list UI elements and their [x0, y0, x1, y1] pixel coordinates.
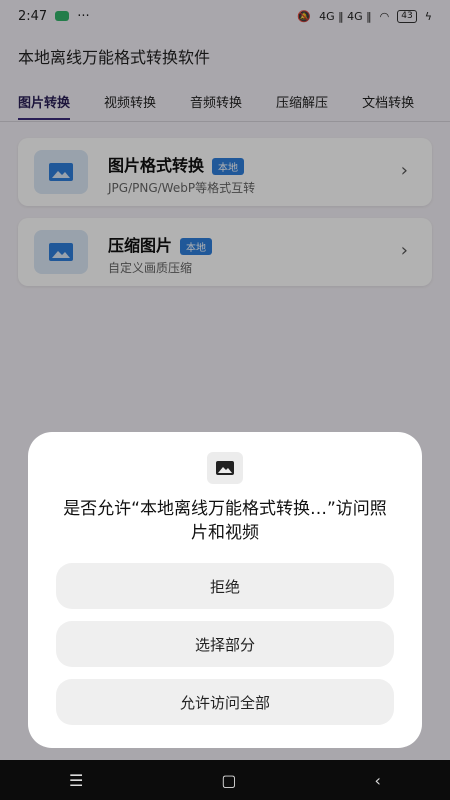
select-partial-button[interactable]: 选择部分 — [56, 621, 394, 667]
home-icon[interactable]: ▢ — [221, 771, 236, 790]
permission-message: 是否允许“本地离线万能格式转换…”访问照片和视频 — [63, 499, 387, 543]
navigation-bar: ☰ ▢ ‹ — [0, 760, 450, 800]
deny-button[interactable]: 拒绝 — [56, 563, 394, 609]
menu-icon[interactable]: ☰ — [69, 771, 83, 790]
back-icon[interactable]: ‹ — [375, 771, 381, 790]
permission-dialog: 是否允许“本地离线万能格式转换…”访问照片和视频 拒绝 选择部分 允许访问全部 — [28, 432, 422, 748]
photo-icon — [207, 452, 243, 484]
allow-all-button[interactable]: 允许访问全部 — [56, 679, 394, 725]
